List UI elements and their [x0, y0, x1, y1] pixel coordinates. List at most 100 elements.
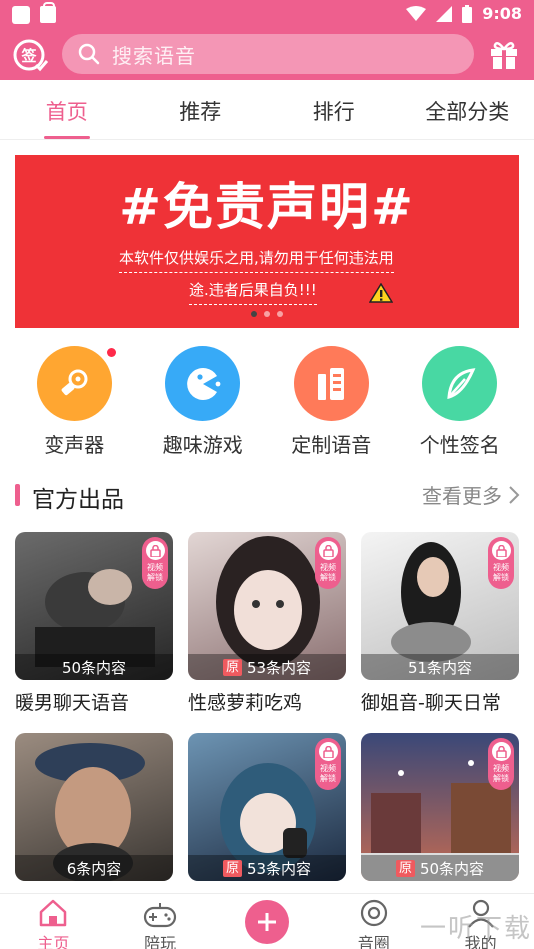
content-count: 6条内容 — [66, 859, 122, 878]
section-title: 官方出品 — [32, 487, 124, 513]
album-thumbnail: 视频解锁 51条内容 — [361, 532, 519, 680]
search-placeholder: 搜索语音 — [112, 43, 196, 68]
gift-icon — [491, 41, 517, 69]
content-count: 53条内容 — [246, 658, 312, 677]
feature-icon-circle — [422, 346, 498, 421]
lock-text: 视频解锁 — [147, 563, 163, 582]
video-unlock-tag: 视频解锁 — [488, 738, 514, 790]
lock-text: 视频解锁 — [493, 764, 509, 783]
lock-icon — [491, 742, 511, 761]
album-card[interactable]: 视频解锁 50条内容 暖男聊天语音 — [15, 532, 173, 715]
tab-all-categories[interactable]: 全部分类 — [401, 80, 534, 139]
album-title: 御姐音-聊天日常 — [361, 692, 501, 714]
svg-text:签: 签 — [20, 47, 37, 65]
sign-in-button[interactable]: 签 — [12, 38, 49, 74]
nav-label: 音圈 — [357, 934, 390, 949]
signature-icon — [447, 367, 476, 399]
voice-changer-icon — [61, 369, 88, 395]
content-count-bar: 6条内容 — [15, 855, 173, 881]
view-more-link[interactable]: 查看更多 — [422, 480, 520, 509]
album-thumbnail: 视频解锁 50条内容 — [15, 532, 173, 680]
notification-square-icon — [12, 6, 30, 24]
video-unlock-tag: 视频解锁 — [315, 738, 341, 790]
status-bar: 9:08 — [0, 0, 534, 30]
create-button[interactable] — [244, 900, 289, 944]
nav-create[interactable] — [227, 894, 307, 949]
lock-icon — [145, 541, 165, 560]
plus-icon — [257, 913, 276, 931]
home-icon — [40, 899, 67, 927]
original-badge: 原 — [222, 658, 242, 676]
album-card[interactable]: 视频解锁 51条内容 御姐音-聊天日常 — [361, 532, 519, 715]
official-section-header: 官方出品 查看更多 — [0, 476, 534, 516]
clock: 9:08 — [482, 4, 522, 23]
feature-fun-games[interactable]: 趣味游戏 — [143, 346, 263, 461]
app-root: 9:08 签 搜索语音 首页 推荐 排行 全部分类 #免责声明# 本软件仅供娱乐… — [0, 0, 534, 949]
wifi-icon — [406, 5, 427, 21]
feature-icon-circle — [165, 346, 241, 421]
game-icon — [186, 367, 221, 400]
album-thumbnail: 视频解锁 原 53条内容 — [188, 532, 346, 680]
search-icon — [78, 43, 100, 65]
system-icons: 9:08 — [406, 4, 522, 23]
video-unlock-tag: 视频解锁 — [142, 537, 168, 589]
content-count: 50条内容 — [419, 859, 485, 878]
feature-grid: 变声器 趣味游戏 定制语音 个性签名 — [0, 346, 534, 461]
video-unlock-tag: 视频解锁 — [488, 537, 514, 589]
custom-voice-icon — [318, 367, 345, 400]
content-count: 53条内容 — [246, 859, 312, 878]
lock-icon — [491, 541, 511, 560]
nav-audio-circle[interactable]: 音圈 — [334, 894, 414, 949]
album-card[interactable]: 视频解锁 原 53条内容 性感萝莉吃鸡 — [188, 532, 346, 715]
gamepad-icon — [144, 903, 177, 928]
content-count-bar: 原 53条内容 — [188, 855, 346, 881]
album-thumbnail: 视频解锁 原 50条内容 — [361, 733, 519, 881]
tab-recommend[interactable]: 推荐 — [134, 80, 268, 139]
nav-icon-wrap — [334, 896, 414, 928]
tab-ranking[interactable]: 排行 — [267, 80, 401, 139]
feature-icon-circle — [36, 346, 116, 421]
banner-title: #免责声明# — [119, 178, 415, 236]
gift-button[interactable] — [488, 38, 520, 70]
lock-icon — [318, 742, 338, 761]
feature-custom-voice[interactable]: 定制语音 — [271, 346, 391, 461]
feature-voice-changer[interactable]: 变声器 — [14, 346, 134, 461]
nav-icon-wrap — [13, 896, 93, 928]
chevron-right-icon — [509, 485, 520, 504]
nav-label: 主页 — [37, 934, 70, 949]
content-count-bar: 原 50条内容 — [361, 855, 519, 881]
pager-dot[interactable] — [264, 311, 270, 317]
banner-pager — [15, 311, 519, 317]
shopping-bag-icon — [40, 2, 56, 23]
top-header: 签 搜索语音 — [0, 30, 534, 80]
video-unlock-tag: 视频解锁 — [315, 537, 341, 589]
content-count: 50条内容 — [61, 658, 127, 677]
album-card[interactable]: 6条内容 — [15, 733, 173, 881]
sign-in-icon: 签 — [13, 39, 49, 72]
nav-icon-wrap — [120, 896, 200, 928]
nav-home[interactable]: 主页 — [13, 894, 93, 949]
lock-text: 视频解锁 — [320, 764, 336, 783]
view-more-label: 查看更多 — [422, 484, 502, 508]
lock-text: 视频解锁 — [320, 563, 336, 582]
feature-label: 个性签名 — [419, 433, 500, 457]
watermark: 一听下载 — [419, 914, 532, 944]
album-card[interactable]: 视频解锁 原 50条内容 — [361, 733, 519, 881]
search-input[interactable]: 搜索语音 — [62, 34, 474, 74]
audio-circle-icon — [360, 899, 387, 927]
new-badge — [106, 348, 116, 357]
banner-text-line-2: 途.违者后果自负!!! — [189, 279, 317, 305]
feature-icon-circle — [293, 346, 369, 421]
feature-signature[interactable]: 个性签名 — [400, 346, 520, 461]
disclaimer-banner[interactable]: #免责声明# 本软件仅供娱乐之用,请勿用于任何违法用 途.违者后果自负!!! — [15, 155, 519, 328]
album-thumbnail: 视频解锁 原 53条内容 — [188, 733, 346, 881]
album-title: 暖男聊天语音 — [15, 692, 130, 714]
album-card[interactable]: 视频解锁 原 53条内容 — [188, 733, 346, 881]
pager-dot[interactable] — [251, 311, 257, 317]
nav-play[interactable]: 陪玩 — [120, 894, 200, 949]
main-tabs: 首页 推荐 排行 全部分类 — [0, 80, 534, 140]
pager-dot[interactable] — [277, 311, 283, 317]
banner-text-line-1: 本软件仅供娱乐之用,请勿用于任何违法用 — [119, 247, 394, 273]
tab-home[interactable]: 首页 — [0, 80, 134, 139]
album-title: 性感萝莉吃鸡 — [188, 692, 303, 714]
